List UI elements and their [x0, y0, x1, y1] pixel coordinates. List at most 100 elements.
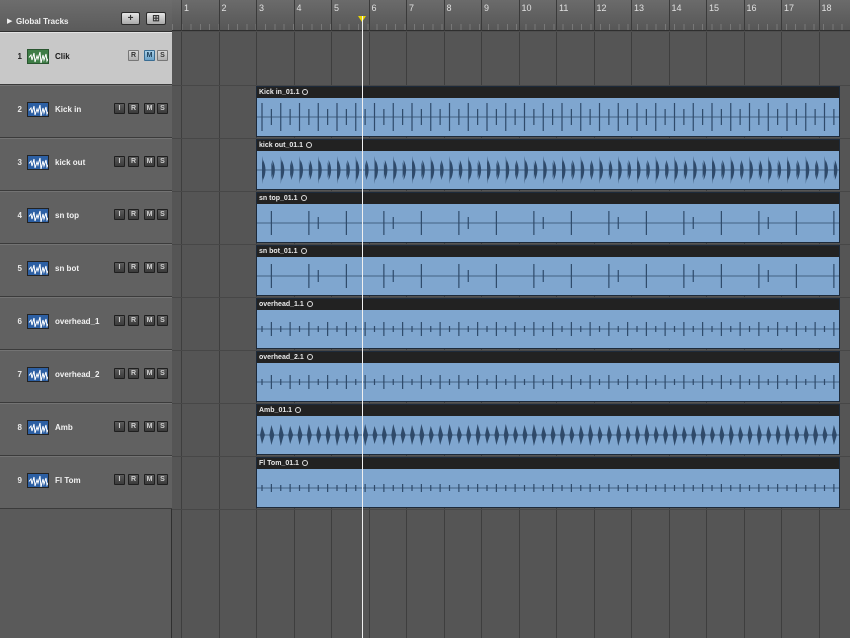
- disclosure-triangle-icon[interactable]: ▶: [7, 17, 12, 25]
- record-enable-button[interactable]: R: [128, 156, 139, 167]
- ruler-bar-number[interactable]: 7: [409, 3, 414, 13]
- loop-icon: [305, 142, 312, 148]
- solo-button[interactable]: S: [157, 209, 168, 220]
- track-name[interactable]: Kick in: [55, 105, 81, 114]
- playhead[interactable]: [362, 16, 363, 638]
- audio-region[interactable]: overhead_2.1: [256, 351, 840, 402]
- audio-region[interactable]: sn bot_01.1: [256, 245, 840, 296]
- track-header-8[interactable]: 8 Amb I R M S: [0, 403, 172, 456]
- solo-button[interactable]: S: [157, 262, 168, 273]
- track-header-2[interactable]: 2 Kick in I R M S: [0, 85, 172, 138]
- track-name[interactable]: sn top: [55, 211, 79, 220]
- ruler-bar-line: [743, 0, 745, 31]
- track-name[interactable]: Fl Tom: [55, 476, 81, 485]
- ruler-bar-number[interactable]: 14: [672, 3, 682, 13]
- ruler-bar-number[interactable]: 12: [597, 3, 607, 13]
- track-header-3[interactable]: 3 kick out I R M S: [0, 138, 172, 191]
- new-folder-button[interactable]: ⊞: [146, 12, 166, 25]
- ruler-bar-number[interactable]: 10: [522, 3, 532, 13]
- solo-button[interactable]: S: [157, 315, 168, 326]
- ruler-bar-number[interactable]: 5: [334, 3, 339, 13]
- record-enable-button[interactable]: R: [128, 262, 139, 273]
- record-enable-button[interactable]: R: [128, 368, 139, 379]
- ruler-bar-number[interactable]: 8: [447, 3, 452, 13]
- region-name: Fl Tom_01.1: [259, 460, 299, 467]
- track-name[interactable]: overhead_1: [55, 317, 99, 326]
- audio-region[interactable]: Amb_01.1: [256, 404, 840, 455]
- audio-region[interactable]: overhead_1.1: [256, 298, 840, 349]
- ruler-bar-number[interactable]: 4: [297, 3, 302, 13]
- track-name[interactable]: Clik: [55, 52, 70, 61]
- region-title[interactable]: Fl Tom_01.1: [257, 458, 839, 469]
- track-name[interactable]: Amb: [55, 423, 73, 432]
- input-monitor-button[interactable]: I: [114, 156, 125, 167]
- mute-button[interactable]: M: [144, 368, 155, 379]
- record-enable-button[interactable]: R: [128, 315, 139, 326]
- ruler-bar-number[interactable]: 6: [372, 3, 377, 13]
- track-name[interactable]: overhead_2: [55, 370, 99, 379]
- region-title[interactable]: overhead_1.1: [257, 299, 839, 310]
- track-header-9[interactable]: 9 Fl Tom I R M S: [0, 456, 172, 509]
- arrange-area[interactable]: Kick in_01.1kick out_01.1sn top_01.1sn b…: [172, 32, 850, 638]
- ruler-bar-number[interactable]: 9: [484, 3, 489, 13]
- ruler-bar-number[interactable]: 15: [709, 3, 719, 13]
- region-title[interactable]: Kick in_01.1: [257, 87, 839, 98]
- region-title[interactable]: kick out_01.1: [257, 140, 839, 151]
- record-enable-button[interactable]: R: [128, 103, 139, 114]
- mute-button[interactable]: M: [144, 474, 155, 485]
- solo-button[interactable]: S: [157, 368, 168, 379]
- audio-region[interactable]: kick out_01.1: [256, 139, 840, 190]
- solo-button[interactable]: S: [157, 421, 168, 432]
- ruler-bar-number[interactable]: 1: [184, 3, 189, 13]
- record-enable-button[interactable]: R: [128, 421, 139, 432]
- waveform-icon: [27, 473, 49, 488]
- ruler-bar-number[interactable]: 3: [259, 3, 264, 13]
- global-tracks-bar[interactable]: ▶ Global Tracks + ⊞: [0, 0, 172, 32]
- ruler-bar-number[interactable]: 18: [822, 3, 832, 13]
- track-header-6[interactable]: 6 overhead_1 I R M S: [0, 297, 172, 350]
- region-title[interactable]: sn bot_01.1: [257, 246, 839, 257]
- region-title[interactable]: overhead_2.1: [257, 352, 839, 363]
- input-monitor-button[interactable]: I: [114, 368, 125, 379]
- solo-button[interactable]: S: [157, 474, 168, 485]
- track-header-5[interactable]: 5 sn bot I R M S: [0, 244, 172, 297]
- add-track-button[interactable]: +: [121, 12, 140, 25]
- global-tracks-label[interactable]: Global Tracks: [16, 17, 68, 26]
- input-monitor-button[interactable]: I: [114, 209, 125, 220]
- record-enable-button[interactable]: R: [128, 50, 139, 61]
- track-header-4[interactable]: 4 sn top I R M S: [0, 191, 172, 244]
- mute-button[interactable]: M: [144, 262, 155, 273]
- ruler-bar-number[interactable]: 13: [634, 3, 644, 13]
- mute-button[interactable]: M: [144, 315, 155, 326]
- track-header-7[interactable]: 7 overhead_2 I R M S: [0, 350, 172, 403]
- record-enable-button[interactable]: R: [128, 209, 139, 220]
- input-monitor-button[interactable]: I: [114, 103, 125, 114]
- solo-button[interactable]: S: [157, 50, 168, 61]
- ruler-bar-number[interactable]: 16: [747, 3, 757, 13]
- solo-button[interactable]: S: [157, 103, 168, 114]
- region-title[interactable]: sn top_01.1: [257, 193, 839, 204]
- mute-button[interactable]: M: [144, 209, 155, 220]
- track-header-1[interactable]: 1 Clik R M S: [0, 32, 172, 85]
- mute-button[interactable]: M: [144, 421, 155, 432]
- solo-button[interactable]: S: [157, 156, 168, 167]
- input-monitor-button[interactable]: I: [114, 262, 125, 273]
- ruler-bar-number[interactable]: 17: [784, 3, 794, 13]
- ruler-bar-number[interactable]: 2: [222, 3, 227, 13]
- bar-ruler[interactable]: 1 2 3 4 5 6 7 8 9 10 11 12 13 14 15 16 17 18: [172, 0, 850, 31]
- mute-button[interactable]: M: [144, 103, 155, 114]
- audio-region[interactable]: sn top_01.1: [256, 192, 840, 243]
- audio-region[interactable]: Kick in_01.1: [256, 86, 840, 137]
- input-monitor-button[interactable]: I: [114, 315, 125, 326]
- track-name[interactable]: kick out: [55, 158, 85, 167]
- track-name[interactable]: sn bot: [55, 264, 79, 273]
- mute-button[interactable]: M: [144, 156, 155, 167]
- ruler-bar-number[interactable]: 11: [559, 3, 568, 13]
- record-enable-button[interactable]: R: [128, 474, 139, 485]
- region-title[interactable]: Amb_01.1: [257, 405, 839, 416]
- mute-button[interactable]: M: [144, 50, 155, 61]
- input-monitor-button[interactable]: I: [114, 474, 125, 485]
- input-monitor-button[interactable]: I: [114, 421, 125, 432]
- audio-region[interactable]: Fl Tom_01.1: [256, 457, 840, 508]
- track-number: 2: [17, 105, 22, 114]
